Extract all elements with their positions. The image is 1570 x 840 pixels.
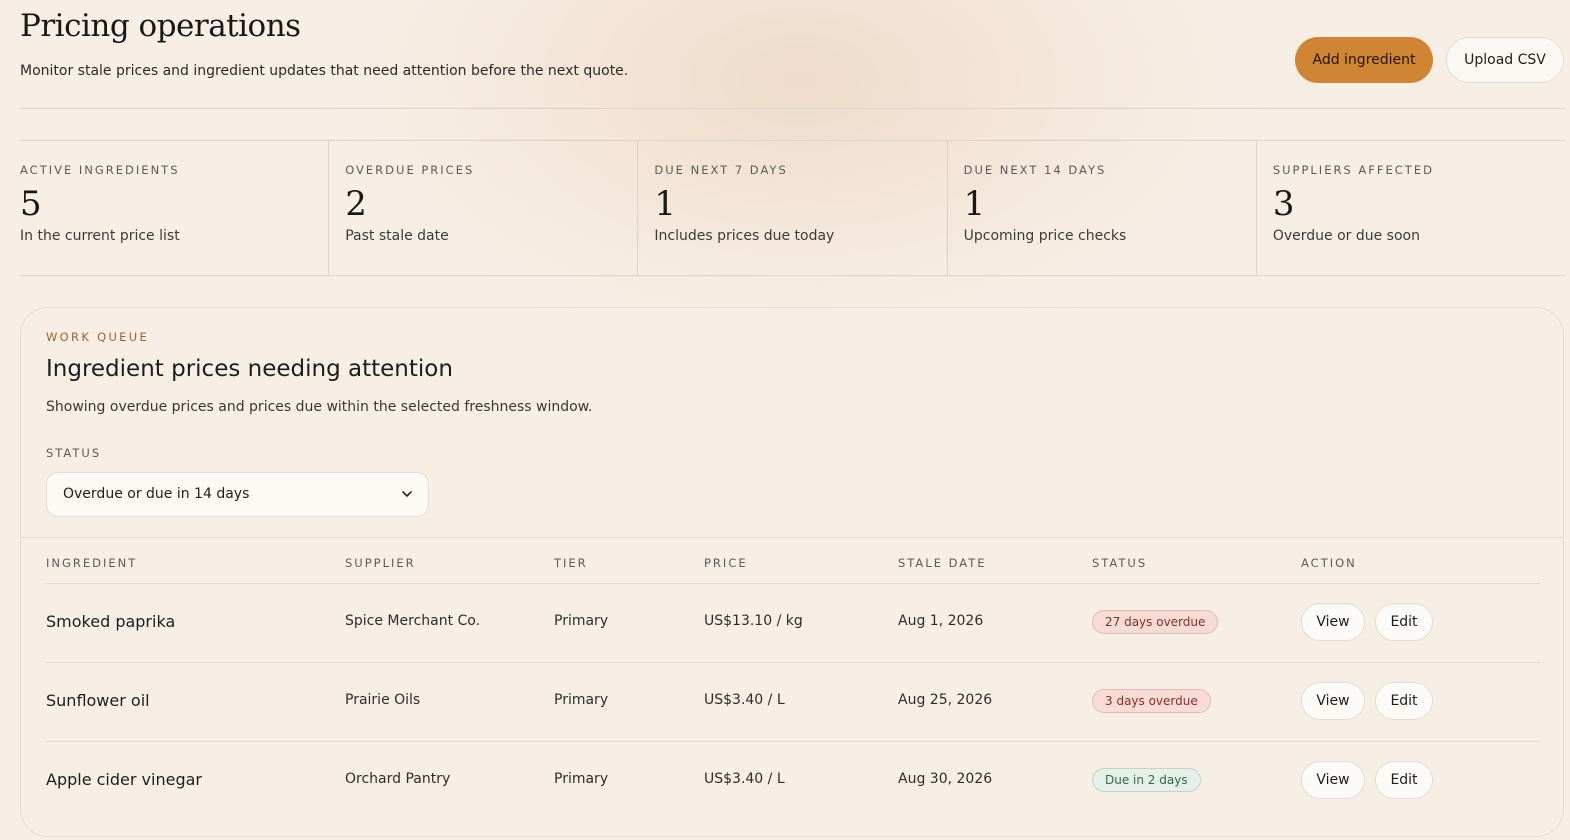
page-title: Pricing operations — [20, 8, 301, 44]
stat-label: DUE NEXT 7 DAYS — [654, 163, 788, 177]
divider — [21, 537, 1563, 538]
add-ingredient-button[interactable]: Add ingredient — [1295, 37, 1433, 83]
stale-date: Aug 30, 2026 — [898, 771, 993, 787]
price: US$13.10 / kg — [704, 613, 803, 629]
table-row: Smoked paprika Spice Merchant Co. Primar… — [46, 583, 1540, 662]
page-subtitle: Monitor stale prices and ingredient upda… — [20, 63, 629, 79]
price: US$3.40 / L — [704, 692, 785, 708]
stat-note: Includes prices due today — [654, 228, 835, 244]
stat-note: Overdue or due soon — [1272, 228, 1420, 244]
stat-note: In the current price list — [20, 228, 180, 244]
ingredient-name: Apple cider vinegar — [46, 770, 202, 789]
stat-value: 3 — [1272, 184, 1295, 224]
edit-button[interactable]: Edit — [1375, 603, 1433, 641]
supplier-name: Prairie Oils — [345, 692, 421, 708]
view-button[interactable]: View — [1301, 682, 1365, 720]
stat-label: OVERDUE PRICES — [345, 163, 475, 177]
column-header-status: STATUS — [1092, 556, 1148, 570]
table-row: Sunflower oil Prairie Oils Primary US$3.… — [46, 662, 1540, 741]
column-header-price: PRICE — [704, 556, 748, 570]
work-queue-subtitle: Showing overdue prices and prices due wi… — [46, 399, 593, 415]
work-queue-eyebrow: WORK QUEUE — [46, 330, 150, 344]
work-queue-title: Ingredient prices needing attention — [46, 356, 453, 382]
stat-value: 5 — [20, 184, 42, 224]
stat-label: SUPPLIERS AFFECTED — [1272, 163, 1434, 177]
view-button[interactable]: View — [1301, 603, 1365, 641]
status-badge: 3 days overdue — [1092, 689, 1211, 713]
status-filter-label: STATUS — [46, 446, 102, 460]
stat-value: 1 — [963, 184, 986, 224]
price: US$3.40 / L — [704, 771, 785, 787]
stat-overdue-prices: OVERDUE PRICES 2 Past stale date — [329, 141, 639, 275]
edit-button[interactable]: Edit — [1375, 682, 1433, 720]
stat-due-14-days: DUE NEXT 14 DAYS 1 Upcoming price checks — [948, 141, 1257, 275]
table-row: Apple cider vinegar Orchard Pantry Prima… — [46, 741, 1540, 820]
stat-note: Upcoming price checks — [963, 228, 1127, 244]
column-header-action: ACTION — [1301, 556, 1357, 570]
column-header-stale-date: STALE DATE — [898, 556, 987, 570]
stale-date: Aug 25, 2026 — [898, 692, 993, 708]
status-badge: Due in 2 days — [1092, 768, 1201, 792]
stat-label: DUE NEXT 14 DAYS — [963, 163, 1107, 177]
tier: Primary — [554, 613, 609, 629]
stat-active-ingredients: ACTIVE INGREDIENTS 5 In the current pric… — [20, 141, 330, 275]
chevron-down-icon — [402, 491, 412, 497]
stat-value: 1 — [654, 184, 677, 224]
status-filter-select[interactable]: Overdue or due in 14 days — [46, 472, 429, 517]
supplier-name: Orchard Pantry — [345, 771, 451, 787]
stats-bar: ACTIVE INGREDIENTS 5 In the current pric… — [20, 140, 1565, 276]
ingredient-name: Smoked paprika — [46, 612, 176, 631]
supplier-name: Spice Merchant Co. — [345, 613, 481, 629]
stat-value: 2 — [345, 184, 367, 224]
stat-due-7-days: DUE NEXT 7 DAYS 1 Includes prices due to… — [638, 141, 948, 275]
column-header-tier: TIER — [554, 556, 588, 570]
edit-button[interactable]: Edit — [1375, 761, 1433, 799]
stat-note: Past stale date — [345, 228, 449, 244]
stat-label: ACTIVE INGREDIENTS — [20, 163, 180, 177]
work-queue-panel: WORK QUEUE Ingredient prices needing att… — [20, 307, 1564, 837]
status-filter-value: Overdue or due in 14 days — [63, 486, 250, 502]
tier: Primary — [554, 692, 609, 708]
view-button[interactable]: View — [1301, 761, 1365, 799]
column-header-ingredient: INGREDIENT — [46, 556, 138, 570]
stat-suppliers-affected: SUPPLIERS AFFECTED 3 Overdue or due soon — [1257, 141, 1565, 275]
upload-csv-button[interactable]: Upload CSV — [1446, 37, 1564, 83]
stale-date: Aug 1, 2026 — [898, 613, 984, 629]
column-header-supplier: SUPPLIER — [345, 556, 416, 570]
page-header: Pricing operations Monitor stale prices … — [20, 0, 1565, 109]
status-badge: 27 days overdue — [1092, 610, 1219, 634]
tier: Primary — [554, 771, 609, 787]
ingredient-name: Sunflower oil — [46, 691, 150, 710]
